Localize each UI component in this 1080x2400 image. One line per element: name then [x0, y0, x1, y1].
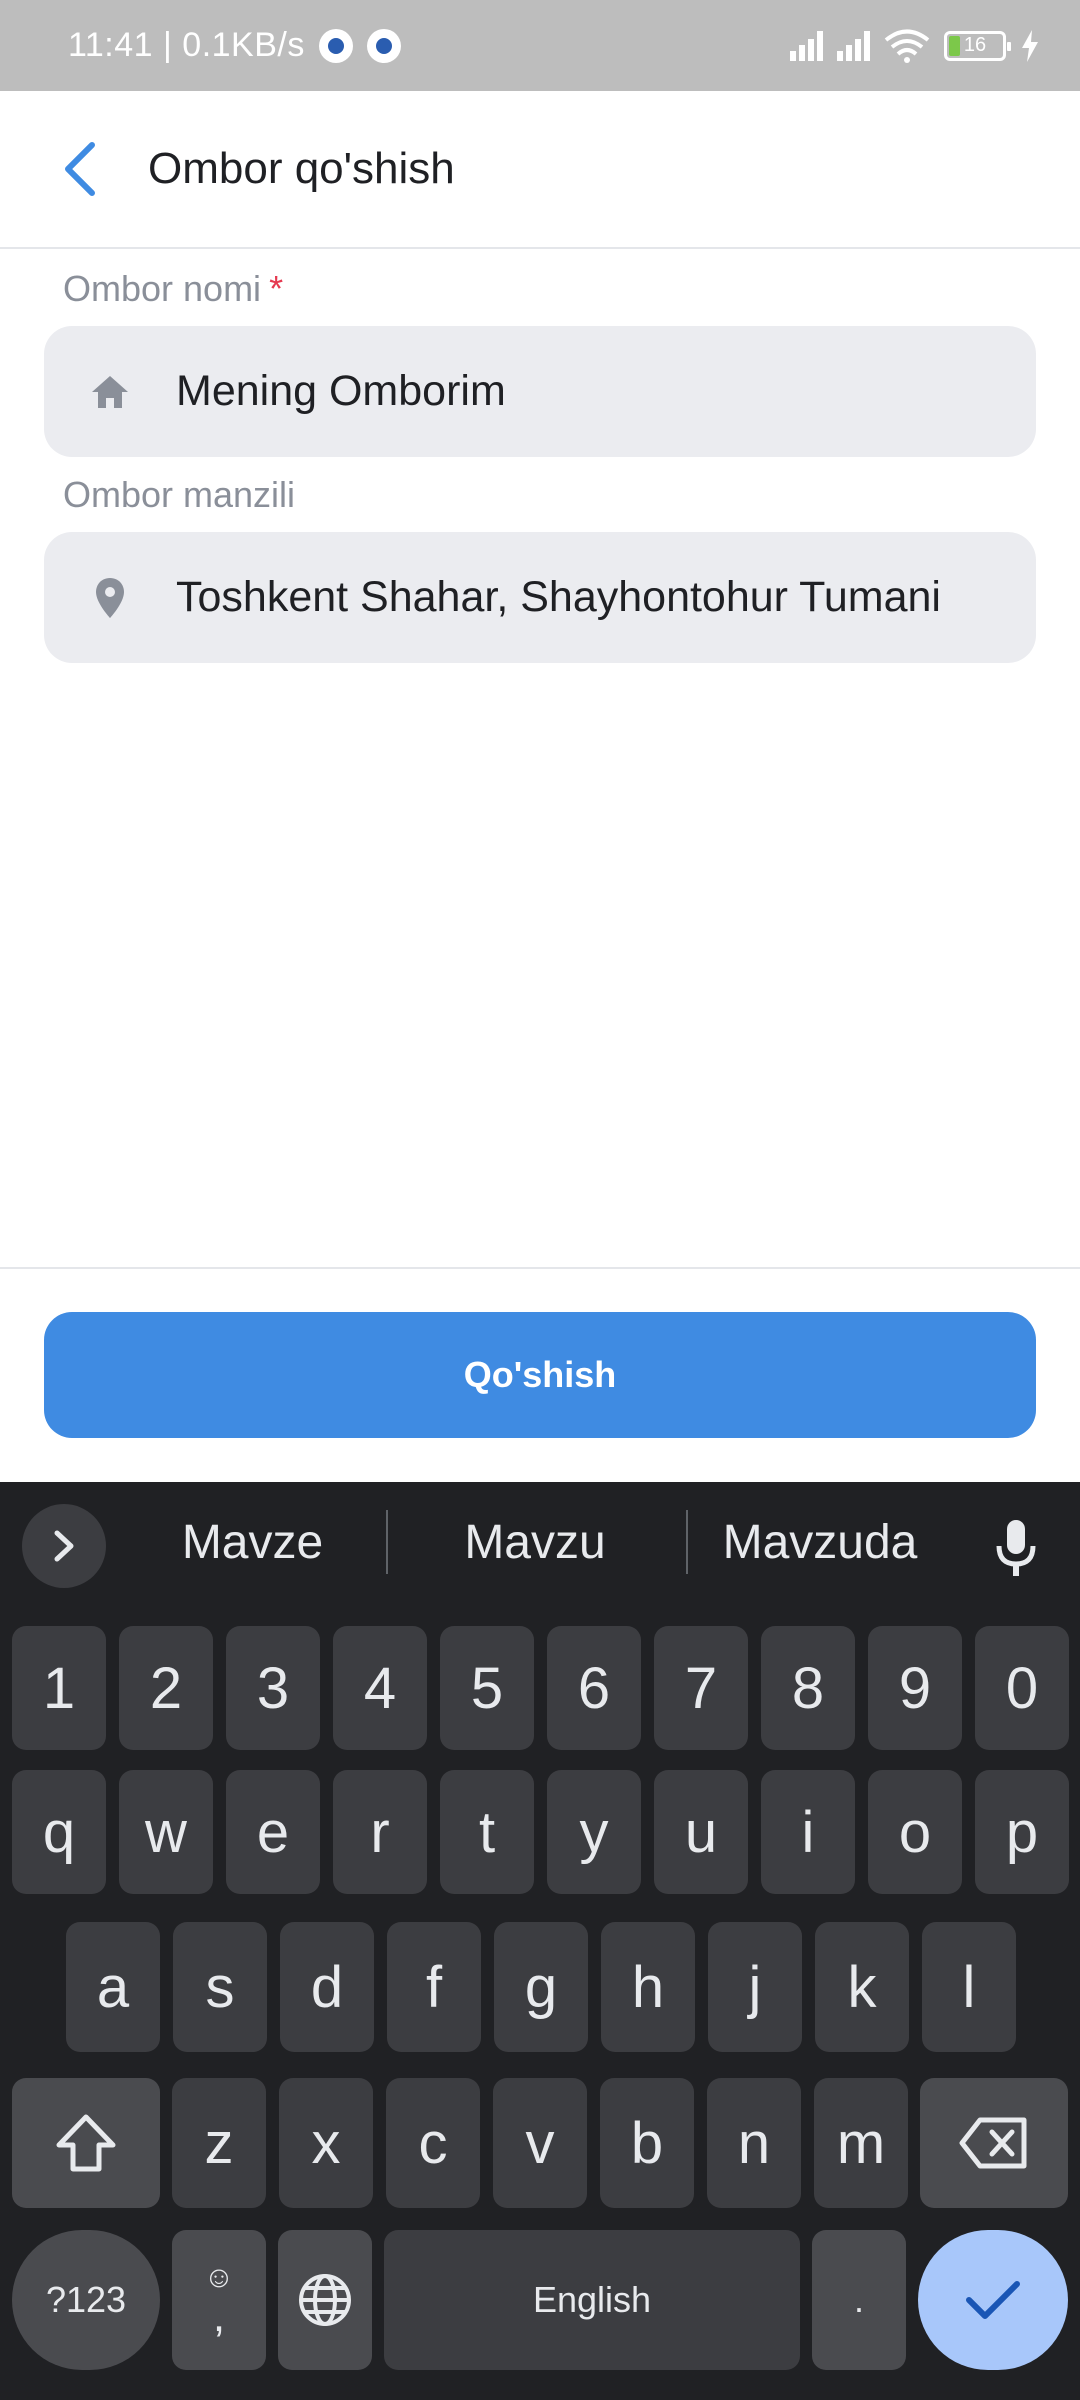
number-key-3[interactable]: 3	[226, 1626, 320, 1750]
voice-input-button[interactable]	[986, 1508, 1046, 1588]
wifi-icon	[884, 29, 930, 63]
letter-key-p[interactable]: p	[975, 1770, 1069, 1894]
done-key[interactable]	[918, 2230, 1068, 2370]
language-key[interactable]	[278, 2230, 372, 2370]
charging-icon	[1022, 29, 1038, 62]
warehouse-name-label-text: Ombor nomi	[63, 268, 262, 309]
letter-key-j[interactable]: j	[708, 1922, 802, 2052]
comma-emoji-key[interactable]: ☺ ,	[172, 2230, 266, 2370]
battery-icon: 16	[944, 30, 1011, 61]
page-title: Ombor qo'shish	[148, 144, 455, 193]
signal-icon	[790, 30, 823, 61]
letter-key-r[interactable]: r	[333, 1770, 427, 1894]
suggestion-strip: Mavze Mavzu Mavzuda	[0, 1482, 1080, 1602]
back-button[interactable]	[40, 129, 120, 209]
app-bar: Ombor qo'shish	[0, 91, 1080, 249]
shift-key[interactable]	[12, 2078, 160, 2208]
shift-icon	[56, 2114, 116, 2172]
letter-key-e[interactable]: e	[226, 1770, 320, 1894]
letter-key-h[interactable]: h	[601, 1922, 695, 2052]
chevron-right-icon	[54, 1530, 74, 1562]
letter-key-x[interactable]: x	[279, 2078, 373, 2208]
letter-key-q[interactable]: q	[12, 1770, 106, 1894]
letter-key-o[interactable]: o	[868, 1770, 962, 1894]
app-notification-icon	[318, 28, 353, 63]
status-bar: 11:41 | 0.1KB/s 16	[0, 0, 1080, 91]
letter-key-a[interactable]: a	[66, 1922, 160, 2052]
number-key-1[interactable]: 1	[12, 1626, 106, 1750]
divider	[0, 1267, 1080, 1269]
letter-key-c[interactable]: c	[386, 2078, 480, 2208]
warehouse-name-label: Ombor nomi *	[63, 268, 283, 310]
period-key[interactable]: .	[812, 2230, 906, 2370]
home-icon	[88, 370, 132, 414]
backspace-icon	[959, 2117, 1027, 2169]
location-pin-icon	[88, 576, 132, 620]
warehouse-address-input[interactable]	[176, 573, 996, 622]
letter-key-u[interactable]: u	[654, 1770, 748, 1894]
symbols-key[interactable]: ?123	[12, 2230, 160, 2370]
number-key-9[interactable]: 9	[868, 1626, 962, 1750]
checkmark-icon	[966, 2281, 1020, 2319]
letter-key-k[interactable]: k	[815, 1922, 909, 2052]
letter-key-f[interactable]: f	[387, 1922, 481, 2052]
number-key-5[interactable]: 5	[440, 1626, 534, 1750]
number-key-4[interactable]: 4	[333, 1626, 427, 1750]
app-notification-icon	[366, 28, 401, 63]
soft-keyboard: Mavze Mavzu Mavzuda 1234567890 qwertyuiop…	[0, 1482, 1080, 2400]
number-key-8[interactable]: 8	[761, 1626, 855, 1750]
backspace-key[interactable]	[920, 2078, 1068, 2208]
number-key-6[interactable]: 6	[547, 1626, 641, 1750]
chevron-left-icon	[65, 142, 95, 196]
letter-key-t[interactable]: t	[440, 1770, 534, 1894]
add-warehouse-button[interactable]: Qo'shish	[44, 1312, 1036, 1438]
suggestion-separator	[686, 1510, 688, 1574]
space-key[interactable]: English	[384, 2230, 800, 2370]
number-key-7[interactable]: 7	[654, 1626, 748, 1750]
required-mark: *	[269, 268, 284, 309]
letter-key-y[interactable]: y	[547, 1770, 641, 1894]
battery-level: 16	[963, 34, 987, 56]
letter-key-g[interactable]: g	[494, 1922, 588, 2052]
globe-icon	[299, 2274, 351, 2326]
letter-key-l[interactable]: l	[922, 1922, 1016, 2052]
letter-key-i[interactable]: i	[761, 1770, 855, 1894]
letter-key-v[interactable]: v	[493, 2078, 587, 2208]
letter-key-n[interactable]: n	[707, 2078, 801, 2208]
suggestion-item[interactable]: Mavzuda	[700, 1502, 940, 1582]
number-key-0[interactable]: 0	[975, 1626, 1069, 1750]
warehouse-address-field[interactable]	[44, 532, 1036, 663]
suggestion-item[interactable]: Mavze	[140, 1502, 365, 1582]
warehouse-address-label: Ombor manzili	[63, 474, 296, 515]
letter-key-d[interactable]: d	[280, 1922, 374, 2052]
suggestion-item[interactable]: Mavzu	[410, 1502, 660, 1582]
suggestion-separator	[386, 1510, 388, 1574]
letter-key-z[interactable]: z	[172, 2078, 266, 2208]
emoji-icon: ☺	[203, 2261, 235, 2294]
signal-icon	[837, 30, 870, 61]
keyboard-expand-button[interactable]	[22, 1504, 106, 1588]
comma-label: ,	[212, 2292, 226, 2341]
number-key-2[interactable]: 2	[119, 1626, 213, 1750]
letter-key-m[interactable]: m	[814, 2078, 908, 2208]
letter-key-b[interactable]: b	[600, 2078, 694, 2208]
warehouse-name-field[interactable]	[44, 326, 1036, 457]
warehouse-name-input[interactable]	[176, 367, 996, 416]
microphone-icon	[996, 1520, 1036, 1576]
status-time-speed: 11:41 | 0.1KB/s	[68, 26, 305, 64]
letter-key-s[interactable]: s	[173, 1922, 267, 2052]
letter-key-w[interactable]: w	[119, 1770, 213, 1894]
